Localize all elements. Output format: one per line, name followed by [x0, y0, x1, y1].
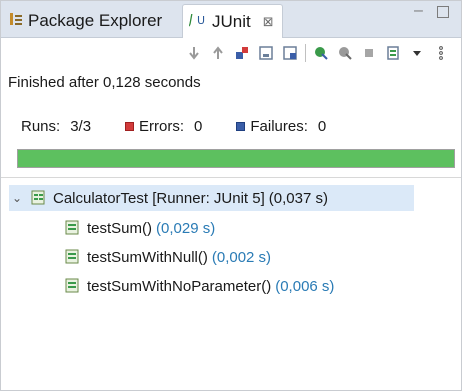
rerun-icon[interactable]	[309, 41, 333, 65]
test-suite-duration: (0,037 s)	[268, 189, 328, 207]
view-menu-icon[interactable]	[429, 41, 453, 65]
junit-toolbar	[182, 39, 453, 67]
failure-icon	[236, 122, 246, 131]
dropdown-icon[interactable]	[405, 41, 429, 65]
error-icon	[125, 122, 135, 131]
next-failure-icon[interactable]	[182, 41, 206, 65]
test-progress-bar	[17, 149, 455, 168]
test-case-duration: (0,002 s)	[211, 248, 272, 266]
test-case-label: testSumWithNoParameter()	[87, 277, 272, 295]
test-suite-icon	[31, 190, 47, 206]
errors-label: Errors:	[139, 118, 185, 135]
scroll-lock-icon[interactable]	[254, 41, 278, 65]
test-suite-label: CalculatorTest [Runner: JUnit 5]	[53, 189, 265, 207]
junit-icon: J U	[186, 11, 207, 32]
show-skipped-icon[interactable]	[278, 41, 302, 65]
junit-view: Package Explorer J U JUnit ⊠ ‒ Finished …	[0, 0, 462, 391]
tab-package-explorer-label: Package Explorer	[28, 11, 163, 30]
failures-label: Failures:	[250, 118, 308, 135]
history-icon[interactable]	[381, 41, 405, 65]
divider	[1, 177, 461, 178]
runs-label: Runs:	[21, 118, 61, 135]
package-explorer-icon	[9, 11, 23, 31]
stop-icon[interactable]	[357, 41, 381, 65]
test-case-label: testSumWithNull()	[87, 248, 208, 266]
runs-value: 3/3	[70, 118, 92, 135]
test-case-item[interactable]: testSumWithNull() (0,002 s)	[65, 244, 271, 270]
tab-junit-label: JUnit	[212, 11, 251, 31]
test-passed-icon	[65, 249, 81, 265]
test-tree-root[interactable]: ⌄ CalculatorTest [Runner: JUnit 5] (0,03…	[9, 185, 414, 211]
tab-package-explorer[interactable]: Package Explorer	[9, 6, 162, 36]
maximize-icon[interactable]	[437, 6, 449, 18]
tab-junit[interactable]: J U JUnit ⊠	[182, 4, 283, 38]
test-case-item[interactable]: testSum() (0,029 s)	[65, 215, 215, 241]
test-case-duration: (0,006 s)	[275, 277, 335, 295]
test-passed-icon	[65, 220, 81, 236]
test-passed-icon	[65, 278, 81, 294]
errors-value: 0	[194, 118, 203, 135]
test-counters: Runs: 3/3 Errors: 0 Failures: 0	[21, 118, 360, 135]
view-tab-bar: Package Explorer J U JUnit ⊠ ‒	[1, 1, 461, 38]
failures-only-icon[interactable]	[230, 41, 254, 65]
test-case-label: testSum()	[87, 219, 153, 237]
test-case-duration: (0,029 s)	[156, 219, 216, 237]
svg-text:J: J	[189, 13, 193, 27]
test-case-item[interactable]: testSumWithNoParameter() (0,006 s)	[65, 273, 334, 299]
close-icon[interactable]: ⊠	[263, 14, 274, 30]
rerun-failed-first-icon[interactable]	[333, 41, 357, 65]
previous-failure-icon[interactable]	[206, 41, 230, 65]
failures-value: 0	[317, 118, 327, 135]
run-status-text: Finished after 0,128 seconds	[8, 74, 201, 91]
svg-text:U: U	[197, 14, 205, 27]
chevron-down-icon[interactable]: ⌄	[9, 191, 25, 205]
toolbar-separator	[305, 44, 306, 62]
minimize-icon[interactable]: ‒	[414, 2, 423, 20]
